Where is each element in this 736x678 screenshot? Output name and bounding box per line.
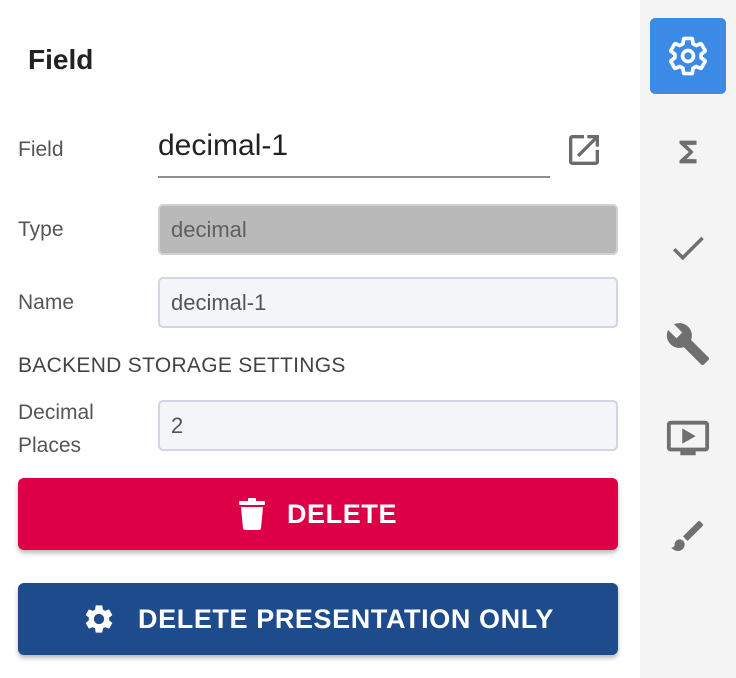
field-editor: Field Field decimal-1 Type decimal Name … bbox=[0, 0, 736, 678]
type-input: decimal bbox=[158, 204, 618, 255]
decimal-places-value: 2 bbox=[171, 412, 184, 438]
panel-title: Field bbox=[28, 44, 94, 75]
toolbar-validation[interactable] bbox=[650, 210, 726, 286]
delete-presentation-only-label: DELETE PRESENTATION ONLY bbox=[138, 603, 554, 634]
type-value: decimal bbox=[171, 216, 247, 242]
delete-presentation-only-button[interactable]: DELETE PRESENTATION ONLY bbox=[18, 583, 618, 655]
field-name-text: decimal-1 bbox=[158, 129, 289, 162]
right-toolbar bbox=[640, 0, 736, 678]
delete-button[interactable]: DELETE bbox=[18, 478, 618, 550]
trash-icon bbox=[238, 498, 265, 530]
delete-button-label: DELETE bbox=[286, 498, 398, 529]
field-name-value[interactable]: decimal-1 bbox=[158, 130, 550, 178]
toolbar-tools[interactable] bbox=[650, 306, 726, 382]
name-input[interactable]: decimal-1 bbox=[158, 277, 618, 328]
sigma-icon bbox=[679, 140, 697, 164]
field-settings-panel: Field Field decimal-1 Type decimal Name … bbox=[0, 0, 640, 678]
decimal-places-label: Decimal Places bbox=[18, 401, 94, 457]
monitor-play-icon bbox=[666, 420, 710, 456]
backend-storage-header: BACKEND STORAGE SETTINGS bbox=[18, 354, 346, 377]
name-value: decimal-1 bbox=[171, 289, 267, 315]
toolbar-settings[interactable] bbox=[650, 18, 726, 94]
toolbar-preview[interactable] bbox=[650, 400, 726, 476]
gear-icon bbox=[669, 36, 707, 76]
wrench-icon bbox=[666, 323, 710, 366]
name-label: Name bbox=[18, 291, 75, 314]
toolbar-style[interactable] bbox=[650, 498, 726, 574]
decimal-places-input[interactable]: 2 bbox=[158, 400, 618, 451]
check-icon bbox=[672, 236, 704, 261]
field-label: Field bbox=[18, 138, 64, 161]
open-external-button[interactable] bbox=[562, 128, 606, 172]
toolbar-calculations[interactable] bbox=[650, 114, 726, 190]
gear-icon bbox=[82, 602, 116, 636]
brush-icon bbox=[671, 520, 704, 551]
open-external-icon bbox=[569, 135, 599, 165]
type-label: Type bbox=[18, 218, 64, 241]
